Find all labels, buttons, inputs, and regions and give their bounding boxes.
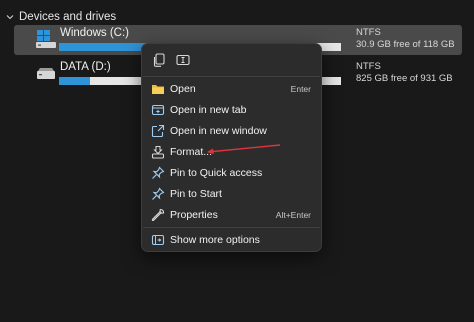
section-header-devices[interactable]: Devices and drives [6,9,116,25]
drive-name: Windows (C:) [60,27,130,39]
menu-divider [143,76,320,77]
new-window-icon [151,124,165,138]
menu-item-open-new-window[interactable]: Open in new window [146,121,317,141]
windows-drive-icon [36,30,56,48]
copy-icon[interactable] [151,52,167,68]
drive-free-space: 30.9 GB free of 118 GB [356,39,455,50]
menu-item-label: Pin to Quick access [170,167,263,179]
drive-filesystem: NTFS [356,27,381,38]
pin-icon [152,187,165,200]
pin-icon [152,166,165,179]
context-menu-quick-actions [142,44,321,76]
menu-item-pin-start[interactable]: Pin to Start [146,184,317,204]
context-menu: Open Enter Open in new tab Open in new w… [141,43,322,252]
section-title: Devices and drives [19,11,117,23]
menu-item-label: Pin to Start [170,188,222,200]
menu-item-open-new-tab[interactable]: Open in new tab [146,100,317,120]
menu-item-shortcut: Alt+Enter [275,210,311,220]
drive-icon [37,68,55,79]
menu-item-shortcut: Enter [290,84,311,94]
drive-filesystem: NTFS [356,61,381,72]
menu-item-open[interactable]: Open Enter [146,79,317,99]
drive-usage-fill [59,77,91,85]
menu-item-label: Show more options [170,234,260,246]
menu-divider [143,227,320,228]
menu-item-pin-quick-access[interactable]: Pin to Quick access [146,163,317,183]
menu-item-properties[interactable]: Properties Alt+Enter [146,205,317,225]
wrench-icon [151,208,165,222]
folder-icon [152,85,164,94]
menu-item-label: Open in new window [170,125,267,137]
menu-item-format[interactable]: Format... [146,142,317,162]
new-tab-icon [151,104,165,116]
drive-free-space: 825 GB free of 931 GB [356,73,453,84]
drive-name: DATA (D:) [60,61,111,73]
menu-item-label: Format... [170,146,213,158]
chevron-down-icon[interactable] [6,13,14,21]
menu-item-show-more-options[interactable]: Show more options [146,230,317,250]
menu-item-label: Properties [170,209,218,221]
menu-item-label: Open in new tab [170,104,247,116]
more-options-icon [151,234,165,246]
rename-icon[interactable] [175,52,191,68]
format-drive-icon [151,146,165,159]
menu-item-label: Open [170,83,196,95]
